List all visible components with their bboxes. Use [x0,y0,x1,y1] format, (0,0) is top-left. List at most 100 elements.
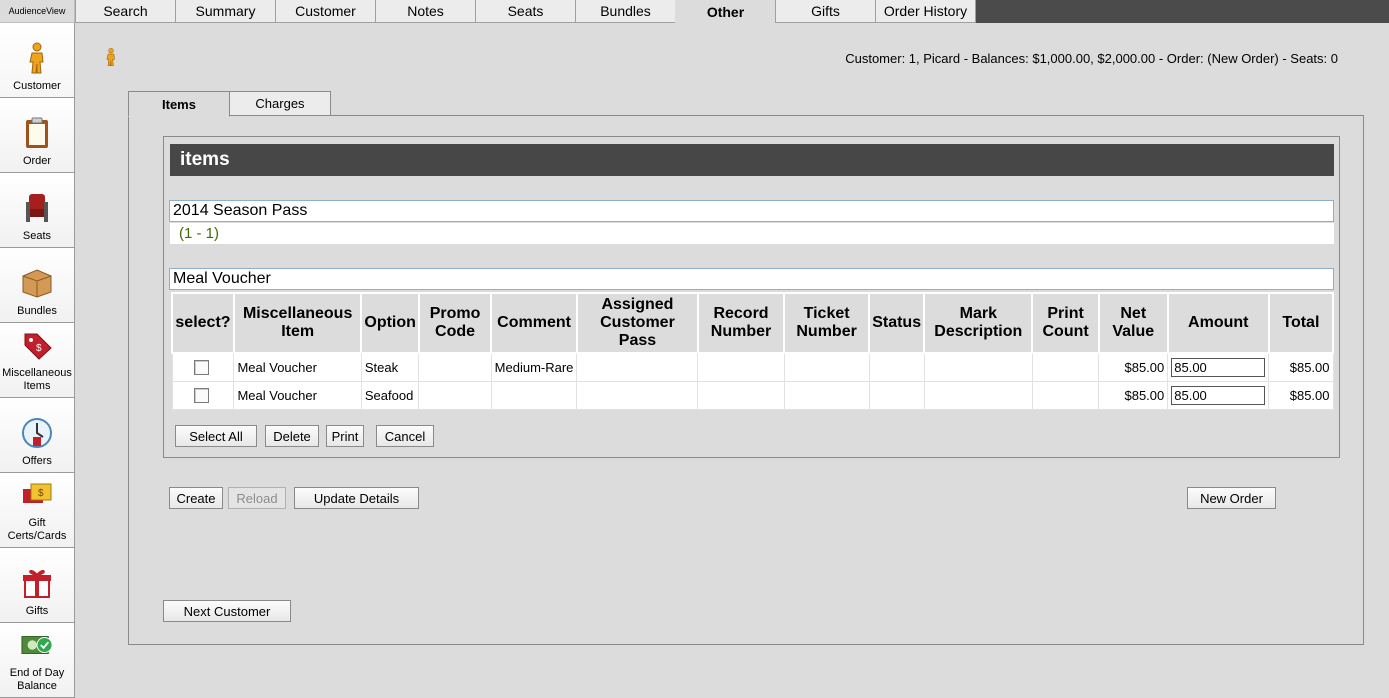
misc-item-cell: Meal Voucher [233,380,362,410]
column-header[interactable]: Amount [1166,292,1270,354]
sidebar-item-seats[interactable]: Seats [0,173,75,248]
season-pass-group-title: 2014 Season Pass [169,200,1334,222]
table-row: Meal Voucher Steak Medium-Rare $85.00 $8… [171,352,1334,382]
sidebar-item-end-of-day-balance[interactable]: End of Day Balance [0,623,75,698]
promo-code-cell [418,380,492,410]
seat-icon [21,192,53,224]
print-count-cell [1031,352,1100,382]
cash-check-icon [21,629,53,661]
option-cell: Steak [360,352,420,382]
price-tag-icon: $ [21,329,53,361]
print-count-cell [1031,380,1100,410]
clock-icon [21,417,53,449]
total-cell: $85.00 [1268,352,1334,382]
items-section-header: items [170,144,1334,176]
mark-description-cell [923,352,1033,382]
option-cell: Seafood [360,380,420,410]
sidebar-item-gift-certs-cards[interactable]: $ Gift Certs/Cards [0,473,75,548]
tab-order-history[interactable]: Order History [875,0,976,23]
amount-input[interactable] [1171,357,1266,377]
select-checkbox[interactable] [193,360,209,376]
amount-cell [1167,380,1270,410]
column-header[interactable]: Print Count [1031,292,1100,354]
left-sidebar: AudienceView Customer Order Seats Bundle… [0,0,75,698]
promo-code-cell [418,352,492,382]
meal-voucher-group-title: Meal Voucher [169,268,1334,290]
column-header[interactable]: Option [360,292,420,354]
gift-card-icon: $ [21,479,53,511]
sidebar-item-label: Seats [22,230,52,242]
brand-logo: AudienceView [0,0,75,23]
season-pass-range: (1 - 1) [170,223,1334,244]
column-header[interactable]: select? [171,292,235,354]
misc-item-cell: Meal Voucher [233,352,362,382]
new-order-button[interactable]: New Order [1187,487,1276,509]
box-icon [21,267,53,299]
sidebar-item-order[interactable]: Order [0,98,75,173]
assigned-pass-cell [576,380,699,410]
column-header[interactable]: Mark Description [923,292,1034,354]
cancel-button[interactable]: Cancel [376,425,434,447]
svg-text:$: $ [36,343,42,354]
table-header-row: select? Miscellaneous Item Option Promo … [171,292,1335,354]
column-header[interactable]: Assigned Customer Pass [575,292,699,354]
customer-person-icon [104,47,118,70]
tab-summary[interactable]: Summary [175,0,276,23]
next-customer-button[interactable]: Next Customer [163,600,291,622]
tab-bundles[interactable]: Bundles [575,0,676,23]
record-number-cell [697,352,785,382]
tab-seats[interactable]: Seats [475,0,576,23]
sidebar-item-label: Miscellaneous Items [2,367,72,392]
delete-button[interactable]: Delete [265,425,319,447]
meal-voucher-table: select? Miscellaneous Item Option Promo … [171,292,1335,410]
sidebar-item-customer[interactable]: Customer [0,23,75,98]
select-cell [171,380,235,410]
record-number-cell [697,380,785,410]
sidebar-item-label: Bundles [17,305,57,317]
mark-description-cell [923,380,1033,410]
tab-other[interactable]: Other [675,0,776,24]
amount-input[interactable] [1171,385,1266,405]
column-header[interactable]: Net Value [1097,292,1169,354]
print-button[interactable]: Print [326,425,364,447]
sidebar-item-label: Order [22,155,52,167]
tab-customer[interactable]: Customer [275,0,376,23]
column-header[interactable]: Total [1267,292,1335,354]
select-all-button[interactable]: Select All [175,425,257,447]
column-header[interactable]: Ticket Number [783,292,871,354]
comment-cell: Medium-Rare [490,352,578,382]
column-header[interactable]: Promo Code [417,292,493,354]
sidebar-item-gifts[interactable]: Gifts [0,548,75,623]
column-header[interactable]: Record Number [696,292,786,354]
column-header[interactable]: Comment [490,292,578,354]
clipboard-icon [21,117,53,149]
tab-items[interactable]: Items [128,91,230,117]
net-value-cell: $85.00 [1098,352,1169,382]
gift-icon [21,567,53,599]
amount-cell [1167,352,1270,382]
column-header[interactable]: Status [868,292,926,354]
tab-notes[interactable]: Notes [375,0,476,23]
net-value-cell: $85.00 [1098,380,1169,410]
sidebar-item-bundles[interactable]: Bundles [0,248,75,323]
update-details-button[interactable]: Update Details [294,487,419,509]
column-header[interactable]: Miscellaneous Item [232,292,363,354]
tab-search[interactable]: Search [75,0,176,23]
customer-summary: Customer: 1, Picard - Balances: $1,000.0… [845,51,1338,66]
sidebar-item-miscellaneous-items[interactable]: $ Miscellaneous Items [0,323,75,398]
sidebar-item-label: Gift Certs/Cards [7,517,67,542]
reload-button[interactable]: Reload [228,487,286,509]
status-cell [868,352,925,382]
sidebar-item-label: Customer [13,80,61,92]
assigned-pass-cell [576,352,699,382]
create-button[interactable]: Create [169,487,223,509]
sidebar-item-label: End of Day Balance [9,667,65,692]
sidebar-item-offers[interactable]: Offers [0,398,75,473]
ticket-number-cell [783,380,870,410]
tab-gifts[interactable]: Gifts [775,0,876,23]
status-cell [868,380,925,410]
tab-charges[interactable]: Charges [229,91,331,116]
svg-text:$: $ [38,488,44,499]
select-cell [171,352,235,382]
select-checkbox[interactable] [193,388,209,404]
